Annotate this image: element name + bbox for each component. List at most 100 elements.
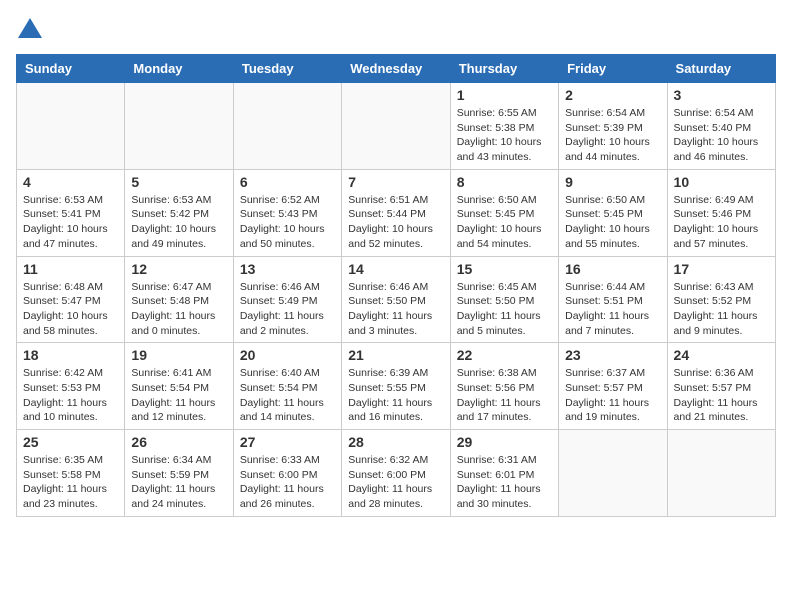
column-header-monday: Monday [125,55,233,83]
day-info: Sunrise: 6:42 AM Sunset: 5:53 PM Dayligh… [23,366,118,425]
day-info: Sunrise: 6:40 AM Sunset: 5:54 PM Dayligh… [240,366,335,425]
column-header-wednesday: Wednesday [342,55,450,83]
calendar-cell: 15 Sunrise: 6:45 AM Sunset: 5:50 PM Dayli… [450,256,558,343]
day-number: 28 [348,434,443,450]
day-number: 10 [674,174,769,190]
calendar-week-row-4: 18 Sunrise: 6:42 AM Sunset: 5:53 PM Dayli… [17,343,776,430]
day-number: 22 [457,347,552,363]
calendar-cell [233,83,341,170]
day-number: 4 [23,174,118,190]
calendar-cell: 1 Sunrise: 6:55 AM Sunset: 5:38 PM Daylig… [450,83,558,170]
day-info: Sunrise: 6:48 AM Sunset: 5:47 PM Dayligh… [23,280,118,339]
day-number: 12 [131,261,226,277]
calendar-cell: 12 Sunrise: 6:47 AM Sunset: 5:48 PM Dayli… [125,256,233,343]
logo [16,16,48,44]
day-info: Sunrise: 6:51 AM Sunset: 5:44 PM Dayligh… [348,193,443,252]
day-number: 5 [131,174,226,190]
calendar-cell [17,83,125,170]
calendar-cell: 8Sunrise: 6:50 AM Sunset: 5:45 PM Daylig… [450,169,558,256]
calendar-cell: 17Sunrise: 6:43 AM Sunset: 5:52 PM Dayli… [667,256,775,343]
day-number: 19 [131,347,226,363]
day-info: Sunrise: 6:55 AM Sunset: 5:38 PM Dayligh… [457,106,552,165]
calendar-week-row-1: 1 Sunrise: 6:55 AM Sunset: 5:38 PM Daylig… [17,83,776,170]
column-header-saturday: Saturday [667,55,775,83]
day-number: 6 [240,174,335,190]
day-info: Sunrise: 6:46 AM Sunset: 5:49 PM Dayligh… [240,280,335,339]
day-info: Sunrise: 6:54 AM Sunset: 5:40 PM Dayligh… [674,106,769,165]
day-number: 1 [457,87,552,103]
calendar-table: SundayMondayTuesdayWednesdayThursdayFrid… [16,54,776,517]
day-number: 27 [240,434,335,450]
column-header-thursday: Thursday [450,55,558,83]
calendar-cell: 4 Sunrise: 6:53 AM Sunset: 5:41 PM Daylig… [17,169,125,256]
day-info: Sunrise: 6:50 AM Sunset: 5:45 PM Dayligh… [457,193,552,252]
day-number: 21 [348,347,443,363]
day-info: Sunrise: 6:38 AM Sunset: 5:56 PM Dayligh… [457,366,552,425]
day-info: Sunrise: 6:49 AM Sunset: 5:46 PM Dayligh… [674,193,769,252]
calendar-cell [125,83,233,170]
calendar-cell [667,430,775,517]
day-number: 14 [348,261,443,277]
calendar-cell: 2 Sunrise: 6:54 AM Sunset: 5:39 PM Daylig… [559,83,667,170]
calendar-cell: 25 Sunrise: 6:35 AM Sunset: 5:58 PM Dayli… [17,430,125,517]
day-number: 18 [23,347,118,363]
day-info: Sunrise: 6:53 AM Sunset: 5:41 PM Dayligh… [23,193,118,252]
day-info: Sunrise: 6:34 AM Sunset: 5:59 PM Dayligh… [131,453,226,512]
calendar-cell: 26 Sunrise: 6:34 AM Sunset: 5:59 PM Dayli… [125,430,233,517]
day-info: Sunrise: 6:54 AM Sunset: 5:39 PM Dayligh… [565,106,660,165]
day-info: Sunrise: 6:36 AM Sunset: 5:57 PM Dayligh… [674,366,769,425]
day-number: 2 [565,87,660,103]
calendar-cell: 22 Sunrise: 6:38 AM Sunset: 5:56 PM Dayli… [450,343,558,430]
calendar-header-row: SundayMondayTuesdayWednesdayThursdayFrid… [17,55,776,83]
calendar-cell: 27 Sunrise: 6:33 AM Sunset: 6:00 PM Dayli… [233,430,341,517]
day-info: Sunrise: 6:39 AM Sunset: 5:55 PM Dayligh… [348,366,443,425]
day-number: 20 [240,347,335,363]
calendar-cell [559,430,667,517]
calendar-cell: 13 Sunrise: 6:46 AM Sunset: 5:49 PM Dayli… [233,256,341,343]
logo-icon [16,16,44,44]
day-number: 29 [457,434,552,450]
calendar-cell: 7 Sunrise: 6:51 AM Sunset: 5:44 PM Daylig… [342,169,450,256]
day-info: Sunrise: 6:53 AM Sunset: 5:42 PM Dayligh… [131,193,226,252]
day-number: 3 [674,87,769,103]
calendar-cell: 6 Sunrise: 6:52 AM Sunset: 5:43 PM Daylig… [233,169,341,256]
calendar-cell: 3 Sunrise: 6:54 AM Sunset: 5:40 PM Daylig… [667,83,775,170]
calendar-cell: 11 Sunrise: 6:48 AM Sunset: 5:47 PM Dayli… [17,256,125,343]
day-info: Sunrise: 6:47 AM Sunset: 5:48 PM Dayligh… [131,280,226,339]
day-info: Sunrise: 6:41 AM Sunset: 5:54 PM Dayligh… [131,366,226,425]
calendar-cell: 23Sunrise: 6:37 AM Sunset: 5:57 PM Dayli… [559,343,667,430]
day-number: 25 [23,434,118,450]
day-info: Sunrise: 6:31 AM Sunset: 6:01 PM Dayligh… [457,453,552,512]
column-header-friday: Friday [559,55,667,83]
day-number: 11 [23,261,118,277]
day-number: 24 [674,347,769,363]
day-info: Sunrise: 6:43 AM Sunset: 5:52 PM Dayligh… [674,280,769,339]
day-info: Sunrise: 6:44 AM Sunset: 5:51 PM Dayligh… [565,280,660,339]
calendar-cell: 10 Sunrise: 6:49 AM Sunset: 5:46 PM Dayli… [667,169,775,256]
calendar-week-row-3: 11 Sunrise: 6:48 AM Sunset: 5:47 PM Dayli… [17,256,776,343]
calendar-week-row-5: 25 Sunrise: 6:35 AM Sunset: 5:58 PM Dayli… [17,430,776,517]
column-header-sunday: Sunday [17,55,125,83]
day-info: Sunrise: 6:46 AM Sunset: 5:50 PM Dayligh… [348,280,443,339]
day-number: 7 [348,174,443,190]
day-info: Sunrise: 6:32 AM Sunset: 6:00 PM Dayligh… [348,453,443,512]
calendar-cell: 9Sunrise: 6:50 AM Sunset: 5:45 PM Daylig… [559,169,667,256]
column-header-tuesday: Tuesday [233,55,341,83]
day-number: 16 [565,261,660,277]
day-info: Sunrise: 6:52 AM Sunset: 5:43 PM Dayligh… [240,193,335,252]
calendar-cell: 5 Sunrise: 6:53 AM Sunset: 5:42 PM Daylig… [125,169,233,256]
day-info: Sunrise: 6:45 AM Sunset: 5:50 PM Dayligh… [457,280,552,339]
calendar-cell: 14 Sunrise: 6:46 AM Sunset: 5:50 PM Dayli… [342,256,450,343]
calendar-week-row-2: 4 Sunrise: 6:53 AM Sunset: 5:41 PM Daylig… [17,169,776,256]
calendar-cell: 24 Sunrise: 6:36 AM Sunset: 5:57 PM Dayli… [667,343,775,430]
calendar-cell: 29 Sunrise: 6:31 AM Sunset: 6:01 PM Dayli… [450,430,558,517]
day-info: Sunrise: 6:35 AM Sunset: 5:58 PM Dayligh… [23,453,118,512]
day-info: Sunrise: 6:33 AM Sunset: 6:00 PM Dayligh… [240,453,335,512]
calendar-cell: 21 Sunrise: 6:39 AM Sunset: 5:55 PM Dayli… [342,343,450,430]
day-number: 23 [565,347,660,363]
day-number: 13 [240,261,335,277]
day-number: 15 [457,261,552,277]
calendar-cell: 28 Sunrise: 6:32 AM Sunset: 6:00 PM Dayli… [342,430,450,517]
day-number: 26 [131,434,226,450]
day-number: 9 [565,174,660,190]
